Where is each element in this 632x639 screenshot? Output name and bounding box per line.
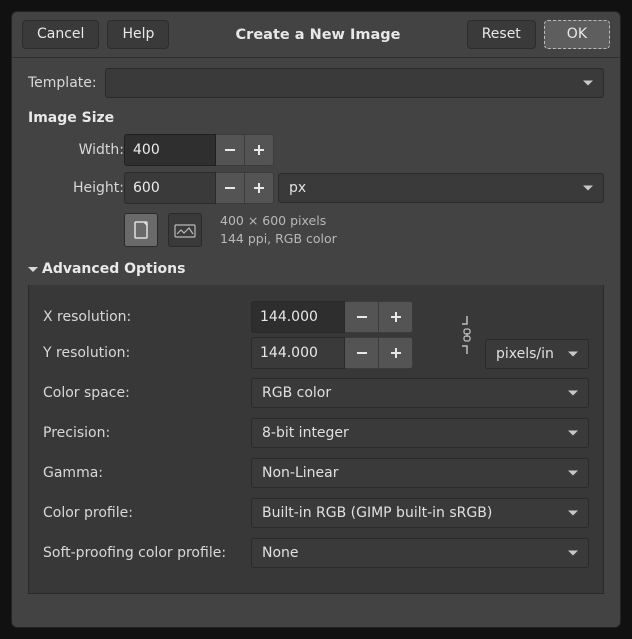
width-spin-group <box>124 134 274 166</box>
width-label: Width: <box>34 142 124 158</box>
advanced-options-disclosure[interactable]: Advanced Options <box>28 261 604 277</box>
plus-icon <box>388 345 404 361</box>
y-resolution-label: Y resolution: <box>43 345 243 361</box>
color-profile-dropdown[interactable]: Built-in RGB (GIMP built-in sRGB) <box>251 498 589 528</box>
width-input[interactable] <box>124 134 216 166</box>
minus-icon <box>222 142 238 158</box>
y-res-decrement-button[interactable] <box>345 337 379 369</box>
orientation-row: 400 × 600 pixels 144 ppi, RGB color <box>34 212 604 247</box>
x-resolution-label: X resolution: <box>43 309 243 325</box>
advanced-panel: X resolution: Y resolution: <box>28 285 604 594</box>
image-meta: 400 × 600 pixels 144 ppi, RGB color <box>220 212 337 247</box>
landscape-icon <box>174 222 196 238</box>
landscape-button[interactable] <box>168 213 202 247</box>
minus-icon <box>354 309 370 325</box>
color-profile-label: Color profile: <box>43 505 243 521</box>
width-increment-button[interactable] <box>245 134 274 166</box>
resolution-unit-value: pixels/in <box>496 346 554 362</box>
reset-button[interactable]: Reset <box>467 20 536 49</box>
template-label: Template: <box>28 75 97 91</box>
minus-icon <box>222 180 238 196</box>
soft-proof-label: Soft-proofing color profile: <box>43 545 243 561</box>
chain-icon <box>460 328 474 342</box>
resolution-unit-dropdown[interactable]: pixels/in <box>485 339 589 369</box>
resolution-chain-link[interactable] <box>455 303 479 367</box>
image-meta-line1: 400 × 600 pixels <box>220 212 337 230</box>
height-decrement-button[interactable] <box>216 172 245 204</box>
plus-icon <box>388 309 404 325</box>
color-space-dropdown[interactable]: RGB color <box>251 378 589 408</box>
image-size-title: Image Size <box>28 110 604 126</box>
width-decrement-button[interactable] <box>216 134 245 166</box>
help-button[interactable]: Help <box>107 20 169 49</box>
plus-icon <box>251 142 267 158</box>
gamma-label: Gamma: <box>43 465 243 481</box>
height-spin-group <box>124 172 274 204</box>
soft-proof-dropdown[interactable]: None <box>251 538 589 568</box>
x-res-increment-button[interactable] <box>379 301 413 333</box>
y-resolution-input[interactable] <box>251 337 345 369</box>
minus-icon <box>354 345 370 361</box>
template-row: Template: <box>28 68 604 98</box>
size-unit-dropdown[interactable]: px <box>278 173 604 203</box>
soft-proof-value: None <box>262 545 299 561</box>
bracket-top-icon <box>461 315 473 325</box>
precision-dropdown[interactable]: 8-bit integer <box>251 418 589 448</box>
portrait-icon <box>134 221 148 239</box>
height-input[interactable] <box>124 172 216 204</box>
color-space-value: RGB color <box>262 385 331 401</box>
y-res-increment-button[interactable] <box>379 337 413 369</box>
height-increment-button[interactable] <box>245 172 274 204</box>
bracket-bottom-icon <box>461 345 473 355</box>
template-dropdown[interactable] <box>105 68 604 98</box>
precision-value: 8-bit integer <box>262 425 349 441</box>
cancel-button[interactable]: Cancel <box>22 20 99 49</box>
image-meta-line2: 144 ppi, RGB color <box>220 230 337 248</box>
gamma-value: Non-Linear <box>262 465 338 481</box>
ok-button[interactable]: OK <box>544 20 610 49</box>
x-res-decrement-button[interactable] <box>345 301 379 333</box>
dialog-title: Create a New Image <box>177 27 458 43</box>
advanced-options-title: Advanced Options <box>42 261 185 277</box>
dialog-header: Cancel Help Create a New Image Reset OK <box>12 12 620 58</box>
disclosure-triangle-icon <box>28 267 38 272</box>
size-grid: Width: Height: <box>34 134 604 204</box>
color-space-label: Color space: <box>43 385 243 401</box>
color-profile-value: Built-in RGB (GIMP built-in sRGB) <box>262 505 492 521</box>
plus-icon <box>251 180 267 196</box>
x-resolution-input[interactable] <box>251 301 345 333</box>
dialog-content: Template: Image Size Width: Height: <box>12 58 620 610</box>
x-resolution-spin <box>251 301 449 333</box>
portrait-button[interactable] <box>124 213 158 247</box>
size-unit-value: px <box>289 180 306 196</box>
height-label: Height: <box>34 180 124 196</box>
gamma-dropdown[interactable]: Non-Linear <box>251 458 589 488</box>
dialog-window: Cancel Help Create a New Image Reset OK … <box>11 11 621 628</box>
y-resolution-spin <box>251 337 449 369</box>
precision-label: Precision: <box>43 425 243 441</box>
